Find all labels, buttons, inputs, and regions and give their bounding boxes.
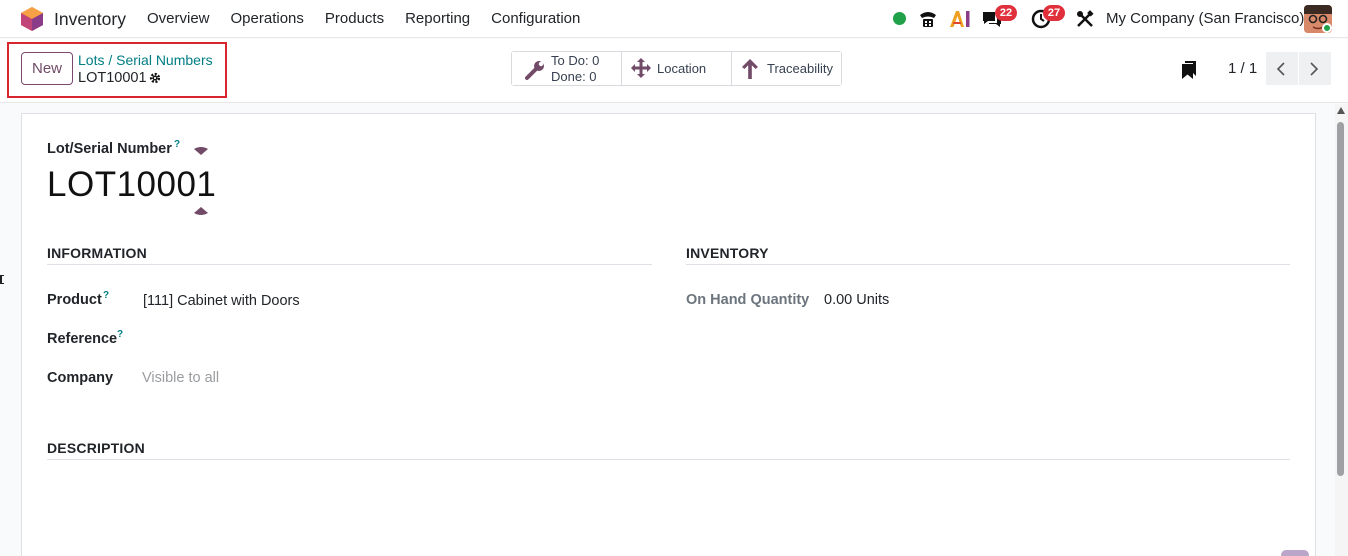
menu-products[interactable]: Products — [325, 10, 384, 27]
pager-next-button[interactable] — [1299, 52, 1331, 85]
breadcrumb-current: LOT10001 — [78, 70, 147, 86]
menu-operations[interactable]: Operations — [231, 10, 304, 27]
gear-icon[interactable] — [149, 72, 161, 84]
on-hand-value: 0.00 Units — [824, 292, 890, 308]
scrollbar-thumb[interactable] — [1337, 122, 1344, 476]
description-separator — [47, 459, 1290, 460]
user-online-indicator — [1322, 23, 1332, 33]
inventory-app-icon[interactable] — [21, 7, 43, 31]
menu-reporting[interactable]: Reporting — [405, 10, 470, 27]
lot-name-help[interactable]: ? — [174, 139, 180, 150]
on-hand-label: On Hand Quantity — [686, 292, 810, 308]
status-online-icon[interactable] — [893, 12, 906, 25]
chevron-right-icon — [1310, 62, 1319, 76]
ai-icon[interactable] — [949, 10, 971, 28]
new-button[interactable]: New — [21, 52, 73, 85]
traceability-label: Traceability — [767, 61, 833, 76]
main-menu: Overview Operations Products Reporting C… — [147, 10, 601, 27]
company-label: Company — [47, 370, 114, 386]
smart-buttons: To Do: 0 Done: 0 Location Traceability — [511, 51, 842, 86]
company-switcher[interactable]: My Company (San Francisco) — [1106, 10, 1304, 27]
reference-label: Reference — [47, 331, 118, 347]
inventory-separator — [686, 264, 1290, 265]
product-label: Product — [47, 292, 102, 308]
chat-launcher-peek[interactable] — [1281, 550, 1309, 556]
arrow-up-icon — [742, 59, 758, 79]
location-smart-button[interactable]: Location — [622, 52, 732, 85]
done-count: Done: 0 — [551, 69, 597, 84]
pager-value[interactable]: 1 / 1 — [1228, 60, 1257, 77]
scroll-up-arrow[interactable] — [1337, 107, 1345, 114]
pager-previous-button[interactable] — [1266, 52, 1298, 85]
phone-icon[interactable] — [918, 9, 938, 29]
information-separator — [47, 264, 652, 265]
product-help[interactable]: ? — [103, 290, 109, 301]
menu-overview[interactable]: Overview — [147, 10, 210, 27]
location-label: Location — [657, 61, 707, 76]
tools-icon[interactable] — [1076, 10, 1094, 28]
chevron-left-icon — [1276, 62, 1285, 76]
bookmark-icon[interactable] — [1181, 60, 1197, 80]
product-field[interactable]: [111] Cabinet with Doors — [143, 293, 300, 309]
information-section-title: INFORMATION — [47, 245, 147, 261]
traceability-smart-button[interactable]: Traceability — [732, 52, 841, 85]
wrench-icon — [525, 61, 544, 80]
description-section-title: DESCRIPTION — [47, 440, 145, 456]
app-name[interactable]: Inventory — [54, 9, 126, 30]
inventory-section-title: INVENTORY — [686, 245, 769, 261]
translate-bottom-icon[interactable] — [193, 206, 209, 216]
messages-badge: 22 — [995, 5, 1017, 21]
reference-help[interactable]: ? — [117, 329, 123, 340]
edge-marker — [0, 275, 4, 284]
lot-name-label: Lot/Serial Number — [47, 141, 172, 157]
moves-smart-button[interactable]: To Do: 0 Done: 0 — [512, 52, 622, 85]
lot-name-value[interactable]: LOT10001 — [47, 165, 216, 205]
move-arrows-icon — [631, 58, 651, 78]
todo-count: To Do: 0 — [551, 53, 600, 68]
menu-configuration[interactable]: Configuration — [491, 10, 580, 27]
breadcrumb-parent[interactable]: Lots / Serial Numbers — [78, 52, 213, 68]
translate-top-icon[interactable] — [193, 146, 209, 156]
activities-badge: 27 — [1043, 5, 1065, 21]
control-panel: New Lots / Serial Numbers LOT10001 To Do… — [0, 39, 1348, 103]
top-navbar: Inventory Overview Operations Products R… — [0, 0, 1348, 38]
company-field[interactable]: Visible to all — [142, 370, 219, 386]
